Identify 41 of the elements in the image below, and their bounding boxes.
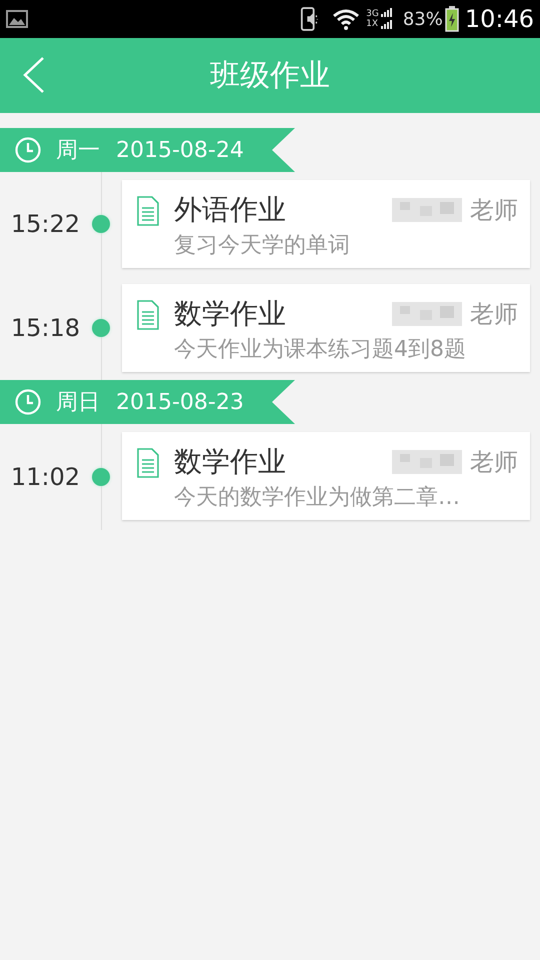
document-icon (136, 448, 160, 478)
homework-card[interactable]: 数学作业 老师 今天作业为课本练习题4到8题 (122, 284, 530, 372)
homework-description: 复习今天学的单词 (174, 232, 351, 260)
time-label: 11:02 (10, 463, 80, 491)
weekday-label: 周一 (56, 137, 100, 165)
teacher-label: 老师 (470, 195, 518, 226)
date-label: 2015-08-23 (116, 390, 244, 414)
wifi-icon (332, 8, 360, 30)
blurred-name (392, 450, 462, 474)
homework-title: 外语作业 (174, 194, 287, 226)
weekday-label: 周日 (56, 389, 100, 417)
homework-title: 数学作业 (174, 298, 287, 330)
clock-icon (14, 136, 42, 164)
document-icon (136, 196, 160, 226)
network-label: 1X (366, 19, 379, 29)
timeline-dot (92, 215, 110, 233)
time-label: 15:22 (10, 210, 80, 238)
homework-description: 今天作业为课本练习题4到8题 (174, 336, 467, 364)
time-label: 15:18 (10, 314, 80, 342)
teacher-label: 老师 (470, 447, 518, 478)
battery-percent: 83% (402, 8, 443, 30)
timeline-dot (92, 468, 110, 486)
document-icon (136, 300, 160, 330)
page-title: 班级作业 (210, 57, 330, 95)
timeline-dot (92, 319, 110, 337)
back-icon[interactable] (22, 56, 46, 94)
battery-icon (444, 6, 459, 32)
teacher-label: 老师 (470, 299, 518, 330)
clock-time: 10:46 (464, 5, 534, 33)
homework-description: 今天的数学作业为做第二章… (174, 484, 461, 512)
phone-vibrate-icon (300, 7, 320, 31)
homework-card[interactable]: 外语作业 老师 复习今天学的单词 (122, 180, 530, 268)
blurred-name (392, 302, 462, 326)
homework-card[interactable]: 数学作业 老师 今天的数学作业为做第二章… (122, 432, 530, 520)
clock-icon (14, 388, 42, 416)
signal-icon (380, 8, 393, 30)
blurred-name (392, 198, 462, 222)
network-label: 3G (366, 9, 379, 19)
homework-title: 数学作业 (174, 446, 287, 478)
gallery-icon (6, 10, 28, 28)
date-label: 2015-08-24 (116, 138, 244, 162)
